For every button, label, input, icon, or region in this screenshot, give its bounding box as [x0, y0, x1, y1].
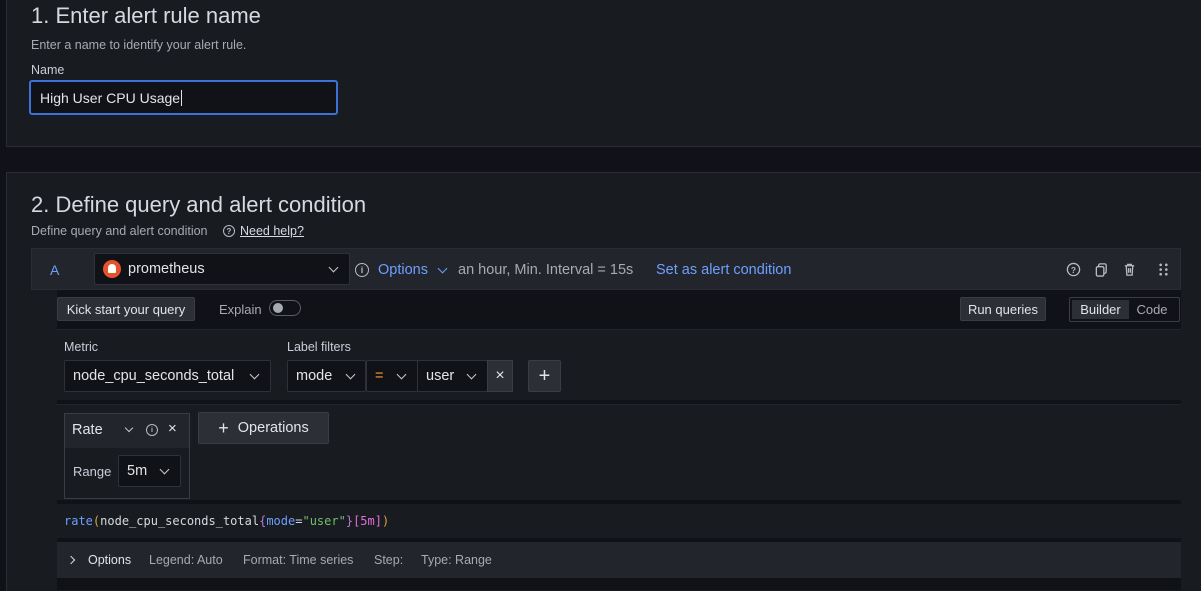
need-help-link[interactable]: Need help? — [240, 224, 304, 238]
duplicate-icon[interactable] — [1094, 262, 1109, 277]
promql-preview: rate(node_cpu_seconds_total{mode="user"}… — [57, 504, 1181, 538]
info-icon[interactable]: i — [146, 424, 158, 436]
step2-title: 2. Define query and alert condition — [31, 192, 367, 217]
range-value: 5m — [127, 463, 148, 479]
remove-operation-icon[interactable]: × — [168, 420, 177, 437]
options-label[interactable]: Options — [88, 553, 131, 567]
chevron-down-icon — [328, 262, 339, 273]
step1-title: 1. Enter alert rule name — [31, 3, 261, 28]
query-options-summary: an hour, Min. Interval = 15s — [458, 262, 634, 278]
filter-value: user — [426, 368, 455, 384]
help-circle-icon[interactable]: ? — [223, 225, 235, 237]
promql-brace-close: } — [345, 514, 354, 528]
promql-paren-close: ) — [381, 514, 390, 528]
code-mode-tab[interactable]: Code — [1129, 300, 1175, 319]
editor-mode-switch: Builder Code — [1069, 297, 1180, 322]
rule-name-value: High User CPU Usage — [40, 89, 181, 106]
run-queries-button[interactable]: Run queries — [960, 297, 1046, 321]
promql-metric: node_cpu_seconds_total — [100, 514, 260, 528]
query-options-row[interactable] — [57, 542, 1181, 578]
name-label: Name — [31, 63, 65, 77]
chevron-down-icon — [466, 369, 477, 380]
plus-icon: + — [218, 417, 229, 438]
datasource-name: prometheus — [128, 261, 205, 277]
info-icon[interactable]: i — [355, 263, 369, 277]
options-type: Type: Range — [421, 553, 492, 567]
promql-range: [5m] — [353, 514, 382, 528]
prometheus-logo-icon — [103, 260, 121, 278]
filter-value-select[interactable]: user — [417, 360, 488, 392]
filter-label-value: mode — [296, 368, 333, 384]
text-caret — [181, 89, 183, 106]
options-step: Step: — [374, 553, 404, 567]
remove-filter-button[interactable]: × — [487, 360, 513, 392]
delete-icon[interactable] — [1122, 262, 1137, 277]
chevron-down-icon — [345, 369, 356, 380]
set-alert-condition-button[interactable]: Set as alert condition — [656, 262, 791, 278]
metric-value: node_cpu_seconds_total — [73, 368, 235, 384]
filter-operator-value: = — [375, 368, 384, 384]
step2-subtitle: Define query and alert condition — [31, 224, 208, 238]
query-ref-id[interactable]: A — [50, 262, 59, 278]
range-select[interactable]: 5m — [118, 455, 181, 487]
explain-toggle[interactable] — [269, 300, 301, 316]
filter-label-select[interactable]: mode — [287, 360, 366, 392]
add-filter-button[interactable]: + — [528, 360, 561, 392]
rule-name-input[interactable]: High User CPU Usage — [29, 80, 338, 115]
promql-value: "user" — [302, 514, 346, 528]
kick-start-button[interactable]: Kick start your query — [57, 297, 195, 321]
query-options-toggle[interactable]: Options — [378, 262, 428, 278]
promql-function: rate — [64, 514, 93, 528]
chevron-down-icon — [249, 369, 260, 380]
drag-handle-icon[interactable] — [1156, 262, 1171, 277]
explain-label: Explain — [219, 302, 262, 317]
operations-label: Operations — [237, 420, 309, 436]
label-filters-label: Label filters — [287, 340, 351, 354]
options-format: Format: Time series — [243, 553, 354, 567]
datasource-picker[interactable]: prometheus — [94, 253, 350, 285]
chevron-down-icon — [159, 464, 170, 475]
metric-select[interactable]: node_cpu_seconds_total — [64, 360, 271, 392]
builder-mode-tab[interactable]: Builder — [1072, 300, 1129, 319]
operation-name[interactable]: Rate — [72, 422, 103, 438]
range-label: Range — [73, 464, 112, 479]
add-operations-button[interactable]: + Operations — [198, 412, 329, 444]
filter-operator-select[interactable]: = — [366, 360, 418, 392]
chevron-down-icon — [396, 369, 407, 380]
svg-text:?: ? — [1071, 265, 1076, 275]
options-legend: Legend: Auto — [149, 553, 223, 567]
help-icon[interactable]: ? — [1066, 262, 1081, 277]
step1-subtitle: Enter a name to identify your alert rule… — [31, 38, 247, 52]
metric-label: Metric — [64, 340, 99, 354]
promql-label: mode — [266, 514, 296, 528]
